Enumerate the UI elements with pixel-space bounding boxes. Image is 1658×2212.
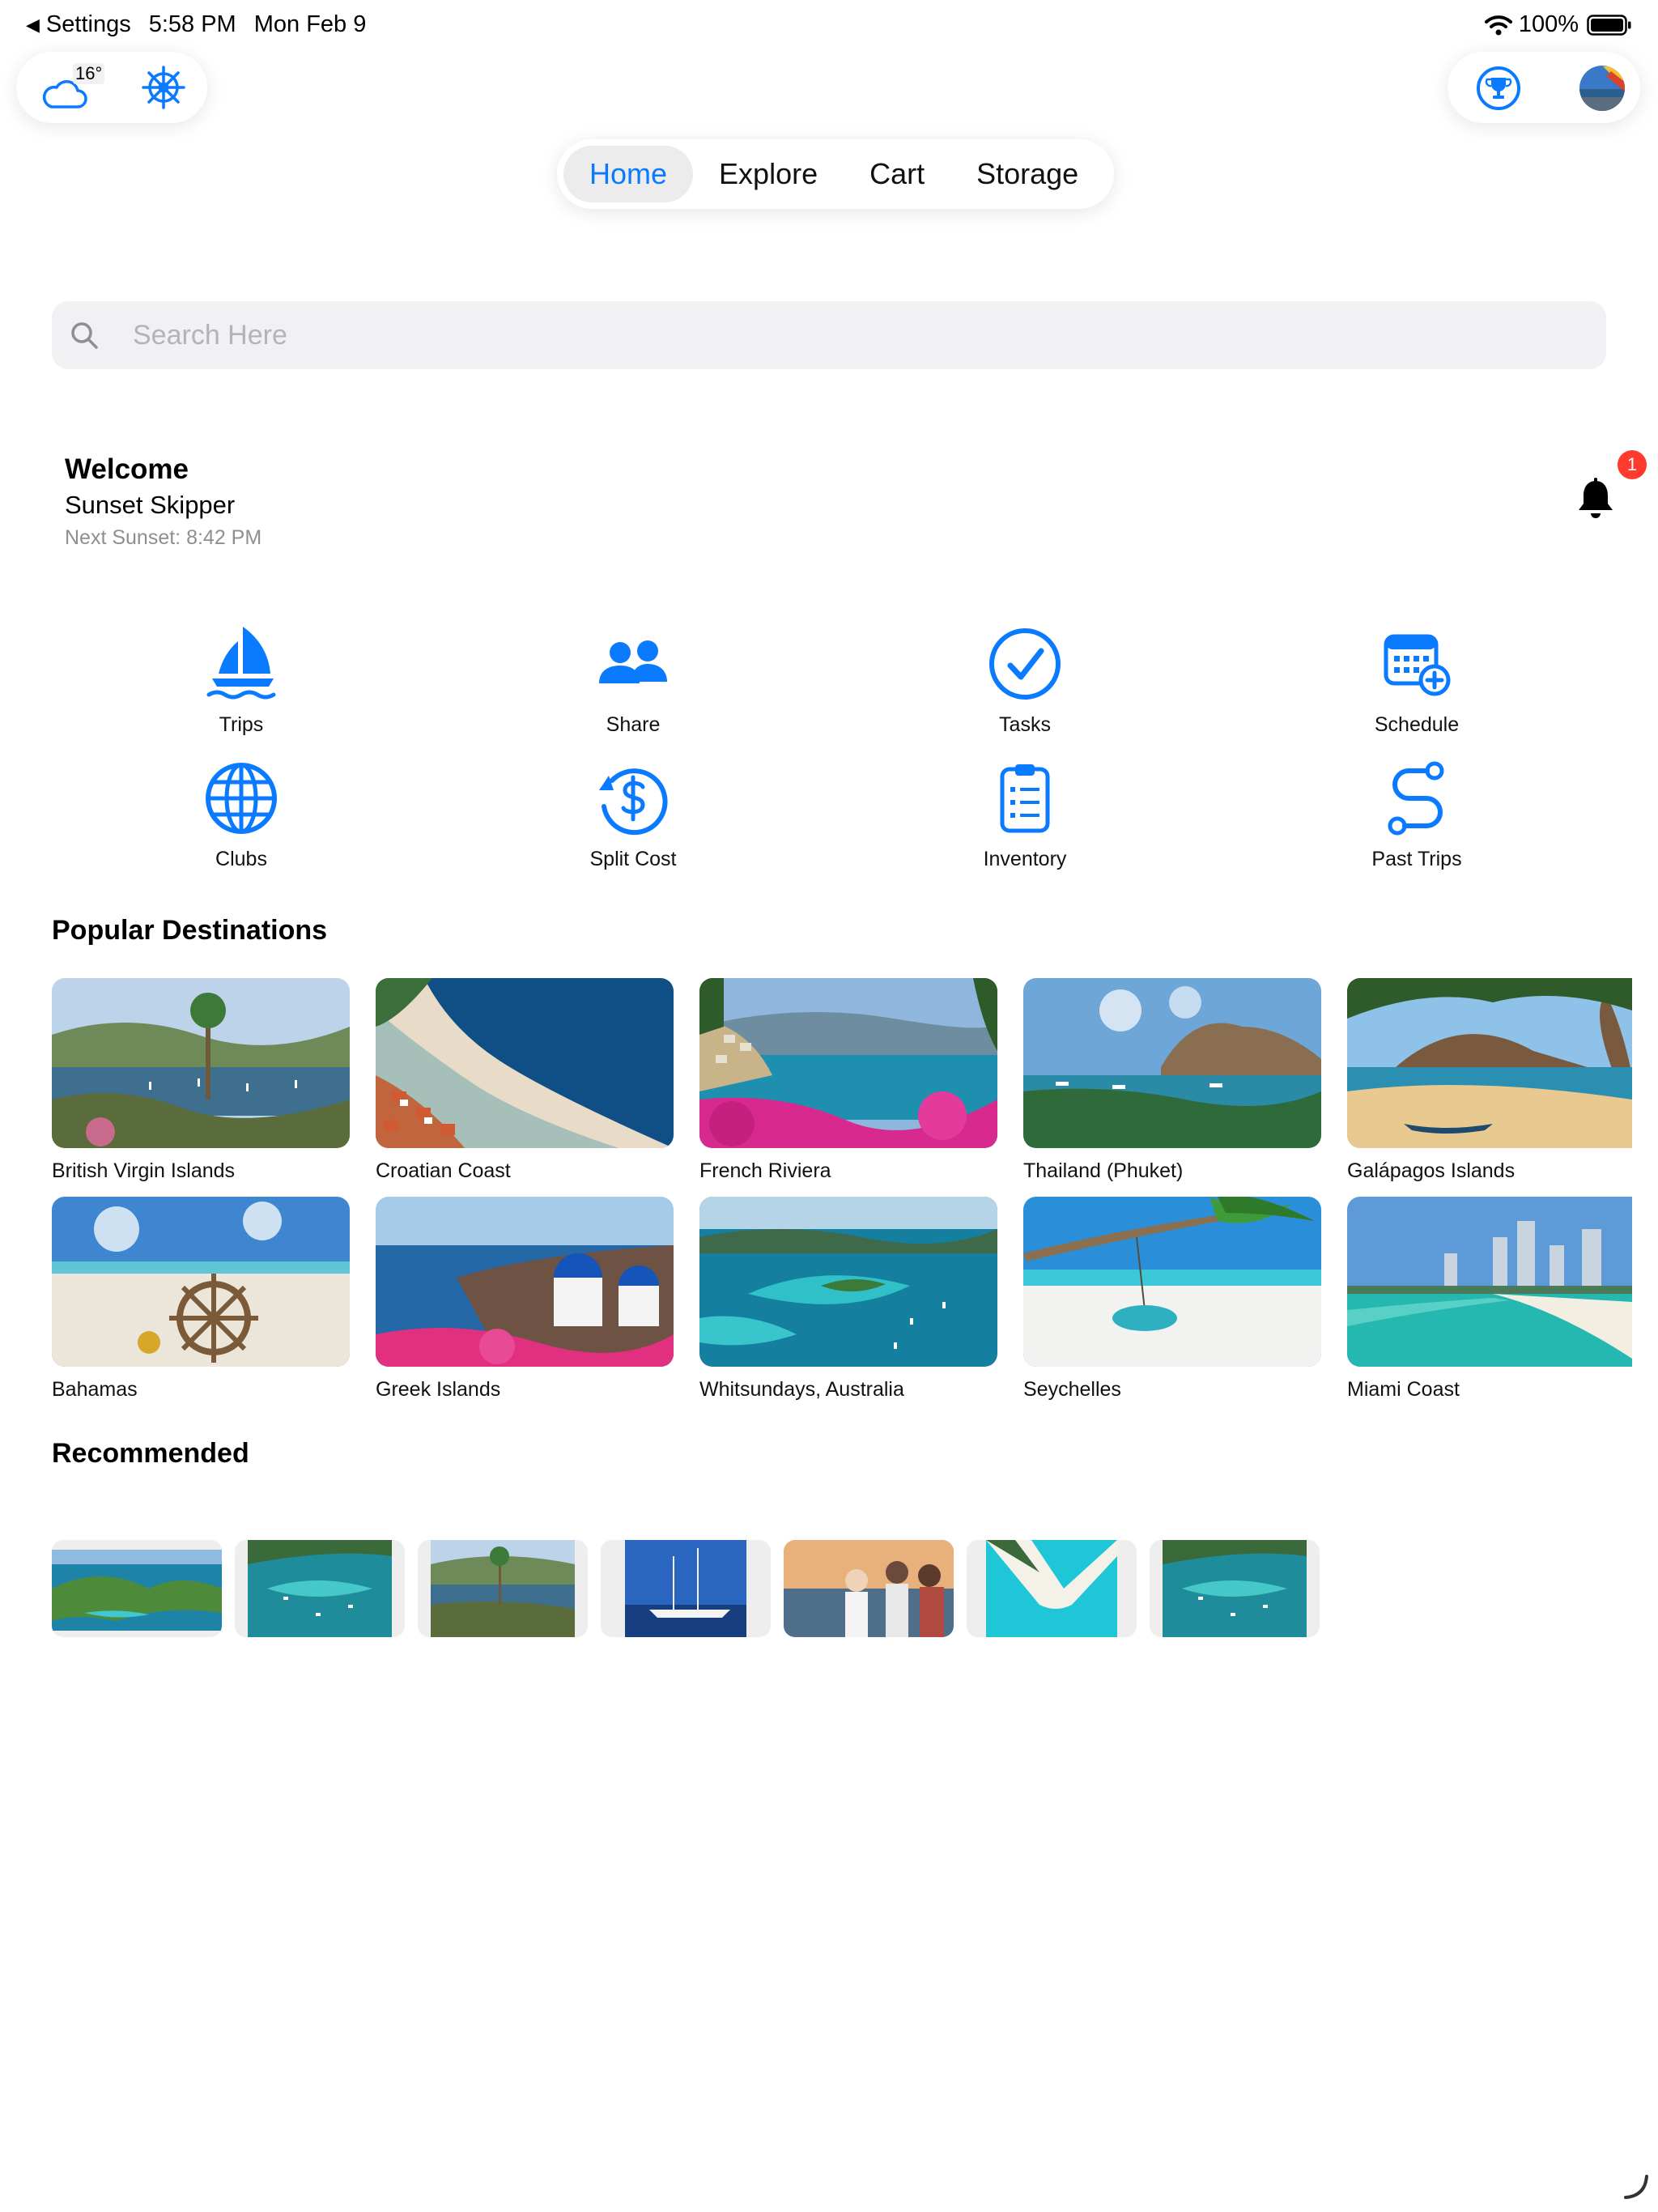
search-input[interactable] — [131, 318, 1592, 352]
battery-icon — [1587, 14, 1631, 36]
user-name: Sunset Skipper — [65, 491, 236, 519]
route-icon — [1388, 761, 1444, 836]
search-icon — [71, 322, 98, 349]
notification-badge: 1 — [1618, 450, 1647, 479]
sailboat-icon — [206, 627, 276, 700]
destination-label: Bahamas — [52, 1378, 138, 1401]
action-label: Trips — [219, 713, 264, 736]
recommended-thumbnail[interactable] — [52, 1540, 222, 1637]
ship-wheel-icon[interactable] — [141, 65, 186, 110]
destination-card[interactable]: Miami Coast — [1347, 1197, 1632, 1402]
destination-image — [52, 1197, 350, 1367]
dollar-refresh-icon — [599, 768, 668, 836]
destination-image — [376, 978, 674, 1148]
destination-image — [52, 978, 350, 1148]
weather-button[interactable]: 16° — [40, 63, 105, 112]
calendar-add-icon — [1384, 634, 1451, 696]
top-left-pill: 16° — [16, 52, 207, 123]
popular-destinations-title: Popular Destinations — [52, 915, 328, 946]
destination-label: Croatian Coast — [376, 1159, 511, 1182]
status-time: 5:58 PM — [148, 11, 236, 37]
destination-label: Miami Coast — [1347, 1378, 1460, 1401]
tab-cart[interactable]: Cart — [844, 146, 950, 202]
destination-label: French Riviera — [699, 1159, 831, 1182]
destination-card[interactable]: Thailand (Phuket) — [1023, 978, 1321, 1183]
tab-explore[interactable]: Explore — [693, 146, 844, 202]
recommended-thumbnail[interactable] — [784, 1540, 954, 1637]
bell-icon — [1579, 478, 1613, 518]
action-split-cost[interactable]: Split Cost — [512, 758, 755, 871]
destination-image — [1023, 1197, 1321, 1367]
destination-image — [699, 978, 997, 1148]
action-past-trips[interactable]: Past Trips — [1295, 758, 1538, 871]
action-label: Tasks — [999, 713, 1051, 736]
destination-card[interactable]: Bahamas — [52, 1197, 350, 1402]
destination-label: Galápagos Islands — [1347, 1159, 1516, 1182]
destination-image — [376, 1197, 674, 1367]
destination-card[interactable]: Greek Islands — [376, 1197, 674, 1402]
recommended-thumbnail[interactable] — [235, 1540, 405, 1637]
temperature-label: 16° — [73, 63, 105, 84]
people-icon — [599, 640, 667, 683]
destination-label: British Virgin Islands — [52, 1159, 236, 1182]
notifications-button[interactable] — [1571, 473, 1619, 521]
globe-icon — [206, 763, 277, 834]
destination-label: Whitsundays, Australia — [699, 1378, 904, 1401]
destination-label: Seychelles — [1023, 1378, 1121, 1401]
action-label: Schedule — [1374, 713, 1460, 736]
status-bar-right: 100% — [1484, 11, 1632, 38]
checkmark-circle-icon — [989, 628, 1061, 700]
action-trips[interactable]: Trips — [120, 623, 363, 737]
top-right-pill — [1448, 52, 1640, 123]
destination-image — [1347, 978, 1632, 1148]
action-share[interactable]: Share — [512, 623, 755, 737]
recommended-thumbnail[interactable] — [601, 1540, 771, 1637]
action-clubs[interactable]: Clubs — [120, 758, 363, 871]
next-sunset: Next Sunset: 8:42 PM — [65, 526, 262, 549]
resize-handle-icon[interactable] — [1622, 2173, 1650, 2201]
battery-percent: 100% — [1518, 11, 1579, 37]
destination-card[interactable]: Whitsundays, Australia — [699, 1197, 997, 1402]
tab-storage[interactable]: Storage — [950, 146, 1104, 202]
trophy-icon[interactable] — [1475, 65, 1522, 112]
recommended-thumbnail[interactable] — [1150, 1540, 1320, 1637]
action-schedule[interactable]: Schedule — [1295, 623, 1538, 737]
status-date: Mon Feb 9 — [253, 11, 367, 37]
back-arrow-icon[interactable]: ◀ — [26, 15, 40, 36]
destination-card[interactable]: Croatian Coast — [376, 978, 674, 1183]
recommended-title: Recommended — [52, 1438, 249, 1469]
action-label: Inventory — [983, 848, 1067, 870]
destination-label: Greek Islands — [376, 1378, 501, 1401]
action-tasks[interactable]: Tasks — [903, 623, 1146, 737]
destination-card[interactable]: British Virgin Islands — [52, 978, 350, 1183]
wifi-icon — [1484, 15, 1512, 35]
destination-image — [699, 1197, 997, 1367]
back-to-settings[interactable]: Settings — [46, 11, 131, 38]
action-inventory[interactable]: Inventory — [903, 758, 1146, 871]
destination-card[interactable]: French Riviera — [699, 978, 997, 1183]
tab-bar: Home Explore Cart Storage — [557, 139, 1114, 209]
destination-image — [1023, 978, 1321, 1148]
destination-image — [1347, 1197, 1632, 1367]
status-bar-left: ◀ Settings 5:58 PM Mon Feb 9 — [26, 11, 366, 38]
action-label: Split Cost — [589, 848, 677, 870]
avatar[interactable] — [1579, 65, 1626, 112]
destination-card[interactable]: Seychelles — [1023, 1197, 1321, 1402]
action-label: Past Trips — [1371, 848, 1462, 870]
action-label: Share — [606, 713, 661, 736]
recommended-thumbnail[interactable] — [418, 1540, 588, 1637]
action-label: Clubs — [215, 848, 267, 870]
clipboard-list-icon — [1000, 764, 1050, 833]
recommended-thumbnail[interactable] — [967, 1540, 1137, 1637]
destination-label: Thailand (Phuket) — [1023, 1159, 1184, 1182]
search-bar — [52, 301, 1606, 369]
tab-home[interactable]: Home — [563, 146, 694, 202]
welcome-heading: Welcome — [65, 453, 189, 485]
destination-card[interactable]: Galápagos Islands — [1347, 978, 1632, 1183]
